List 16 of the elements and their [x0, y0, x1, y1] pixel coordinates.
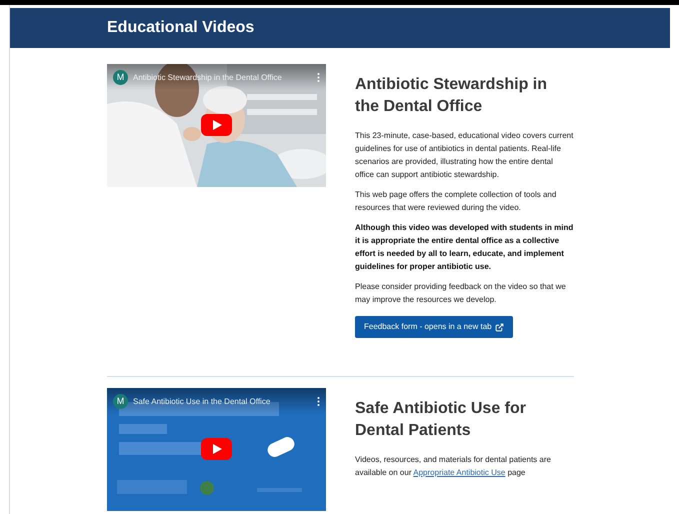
- video-title[interactable]: Safe Antibiotic Use in the Dental Office: [133, 396, 270, 408]
- description-text: Please consider providing feedback on the video so that we may improve the resources we develop.: [355, 281, 567, 306]
- description-text: This 23-minute, case-based, educational video covers current guidelines for use of antibiotics in dental patients. Real-life scenarios are provided, illustrating how the entire dental office can support antibiotic stewardship.: [355, 130, 574, 181]
- appropriate-use-link[interactable]: Appropriate Antibiotic Use: [413, 468, 506, 477]
- description-text: Although this video was developed with students in mind it is appropriate the entire dental office as a collective effort is needed by all to learn, educate, and implement guidelines for proper antibiotic use.: [355, 222, 574, 273]
- video-heading: Antibiotic Stewardship in the Dental Office: [355, 75, 548, 117]
- video-heading: Safe Antibiotic Use for Dental Patients: [355, 399, 527, 441]
- more-icon[interactable]: [317, 397, 320, 406]
- description-text: This web page offers the complete collection of tools and resources that were reviewed during the video.: [355, 189, 558, 214]
- description-text: Videos, resources, and materials for dental patients are available on our Appropriate Antibiotic Use page: [355, 454, 552, 479]
- play-icon[interactable]: [201, 114, 232, 136]
- page-title: Educational Videos: [107, 18, 254, 38]
- play-icon[interactable]: [201, 438, 232, 460]
- video-player[interactable]: M Safe Antibiotic Use in the Dental Office: [107, 388, 326, 511]
- feedback-button[interactable]: Feedback form - opens in a new tab: [355, 316, 513, 338]
- external-link-icon: [494, 322, 504, 332]
